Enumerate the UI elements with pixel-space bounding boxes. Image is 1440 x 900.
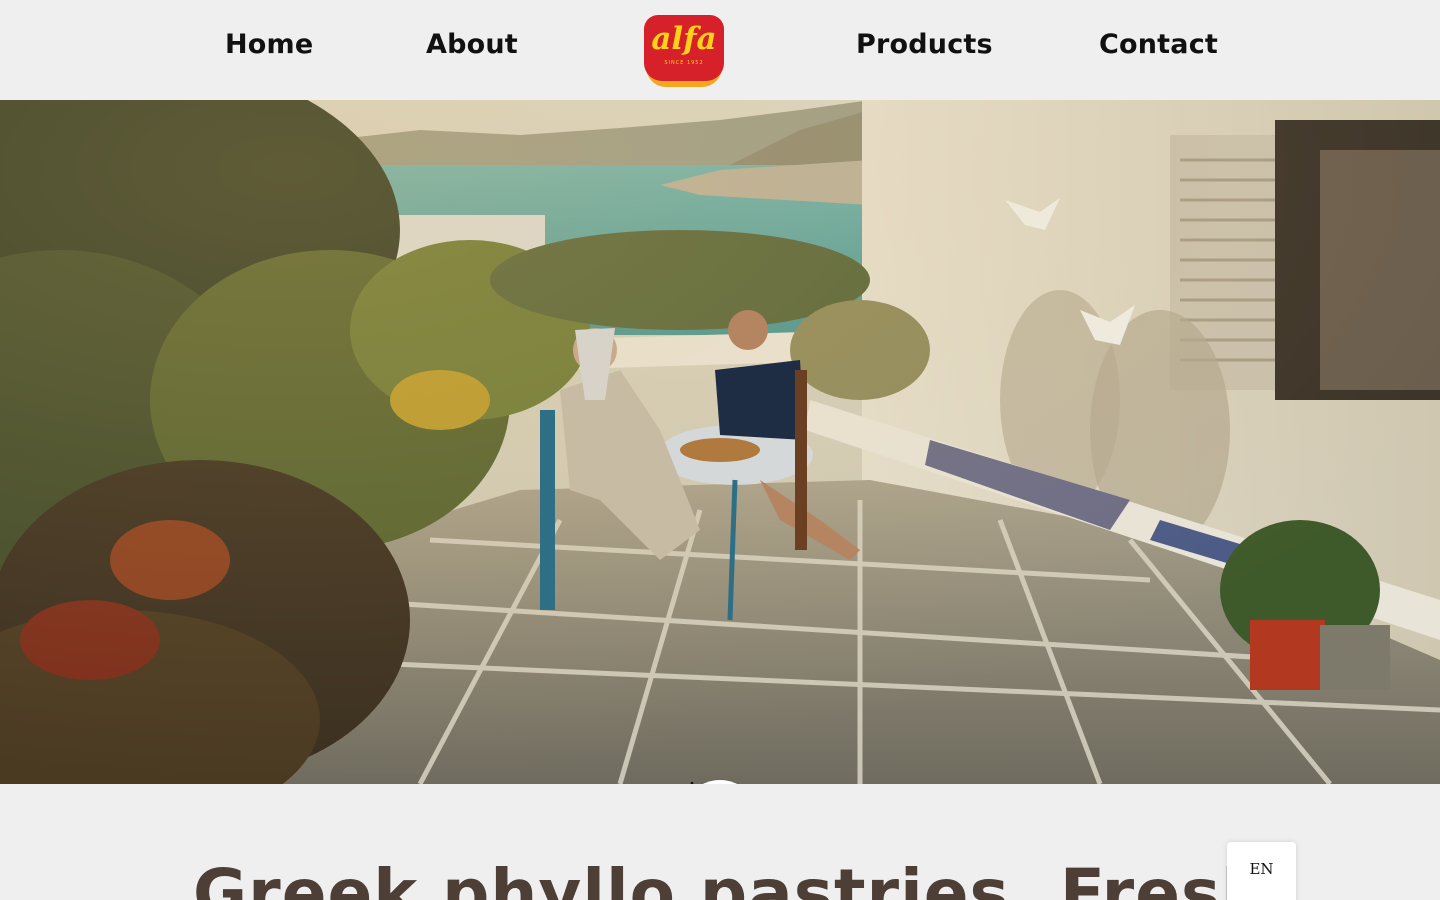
main-navigation: Home About alfa SINCE 1952 Products Cont… bbox=[0, 0, 1440, 100]
arrow-down-icon bbox=[690, 781, 694, 784]
hero-image bbox=[0, 100, 1440, 784]
logo-wordmark: alfa bbox=[651, 21, 717, 57]
language-selector[interactable]: EN bbox=[1227, 842, 1296, 900]
nav-link-about[interactable]: About bbox=[426, 29, 518, 60]
alfa-logo[interactable]: alfa SINCE 1952 bbox=[644, 15, 724, 87]
nav-link-products[interactable]: Products bbox=[856, 29, 993, 60]
hero-section bbox=[0, 100, 1440, 784]
page-headline: Greek phyllo pastries. Fresh bbox=[193, 855, 1270, 900]
nav-link-contact[interactable]: Contact bbox=[1099, 29, 1218, 60]
logo-tagline: SINCE 1952 bbox=[664, 60, 704, 66]
nav-link-home[interactable]: Home bbox=[225, 29, 313, 60]
